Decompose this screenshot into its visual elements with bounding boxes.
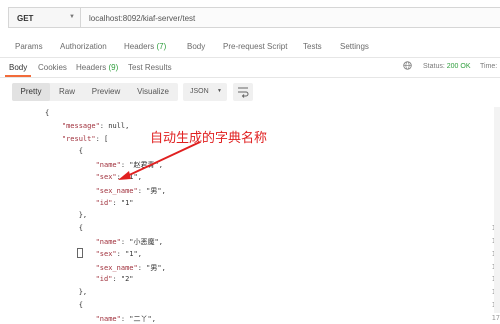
tab-headers[interactable]: Headers (7) bbox=[124, 42, 166, 51]
time-indicator: Time: bbox=[480, 63, 498, 70]
response-headers-count: (9) bbox=[108, 63, 119, 72]
line-number: 17 bbox=[491, 313, 500, 322]
code-text: { bbox=[45, 109, 50, 117]
code-text: "sex_name": "男", bbox=[95, 263, 166, 272]
tab-response-headers[interactable]: Headers (9) bbox=[76, 63, 118, 72]
tab-body[interactable]: Body bbox=[187, 42, 205, 51]
code-line: 12 "sex": "1", bbox=[0, 248, 500, 260]
code-text: { bbox=[45, 301, 83, 309]
code-line: 10 { bbox=[0, 222, 500, 234]
wrap-lines-icon bbox=[238, 87, 249, 98]
format-select[interactable]: JSON ▼ bbox=[183, 83, 227, 101]
code-line: 5 "name": "赵君青", bbox=[0, 158, 500, 170]
scrollbar[interactable] bbox=[494, 107, 500, 313]
code-line: 7 "sex_name": "男", bbox=[0, 184, 500, 196]
annotation-text: 自动生成的字典名称 bbox=[150, 131, 268, 146]
code-line: 11 "name": "小恶魔", bbox=[0, 235, 500, 247]
code-text: }, bbox=[45, 211, 88, 220]
chevron-down-icon: ▼ bbox=[69, 14, 75, 20]
tab-authorization[interactable]: Authorization bbox=[60, 42, 107, 51]
postman-window: GET ▼ localhost:8092/kiaf-server/test Pa… bbox=[0, 0, 500, 323]
code-text: "name": "小恶魔", bbox=[95, 238, 163, 246]
method-select[interactable]: GET ▼ bbox=[8, 7, 80, 28]
status-code: 200 OK bbox=[446, 63, 471, 70]
url-input[interactable]: localhost:8092/kiaf-server/test bbox=[80, 7, 500, 28]
preview-button[interactable]: Preview bbox=[84, 83, 128, 101]
text-cursor bbox=[77, 248, 83, 258]
response-tabs: Body Cookies Headers (9) Test Results St… bbox=[0, 58, 500, 78]
method-label: GET bbox=[17, 14, 34, 23]
status-indicator: Status: 200 OK bbox=[423, 63, 471, 70]
code-text: { bbox=[45, 224, 83, 233]
format-label: JSON bbox=[190, 88, 209, 95]
code-text: "id": "2" bbox=[95, 275, 134, 284]
code-line: 13 "sex_name": "男", bbox=[0, 261, 500, 273]
code-line: 16 { bbox=[0, 299, 500, 311]
code-line: 14 "id": "2" bbox=[0, 273, 500, 285]
request-tabs: Params Authorization Headers (7) Body Pr… bbox=[0, 37, 500, 58]
code-line: 15 }, bbox=[0, 286, 500, 298]
pretty-button[interactable]: Pretty bbox=[12, 83, 50, 101]
tab-pre-request-script[interactable]: Pre-request Script bbox=[223, 42, 287, 51]
code-text: "sex": "1", bbox=[95, 249, 142, 258]
view-mode-group: Pretty Raw Preview Visualize bbox=[12, 83, 178, 101]
code-text: "name": "赵君青", bbox=[95, 161, 163, 170]
code-text: "sex_name": "男", bbox=[95, 186, 166, 195]
globe-icon[interactable] bbox=[403, 61, 412, 70]
url-text: localhost:8092/kiaf-server/test bbox=[89, 14, 196, 23]
code-text: "result": [ bbox=[61, 134, 109, 143]
code-text: "id": "1" bbox=[95, 198, 134, 207]
code-text: "sex": "1", bbox=[95, 173, 142, 181]
code-line: 9 }, bbox=[0, 209, 500, 221]
visualize-button[interactable]: Visualize bbox=[128, 83, 178, 101]
tab-params[interactable]: Params bbox=[15, 42, 43, 51]
code-line: 6 "sex": "1", bbox=[0, 171, 500, 183]
tab-test-results[interactable]: Test Results bbox=[128, 63, 172, 72]
code-line: 4 { bbox=[0, 145, 500, 157]
code-line: 1{ bbox=[0, 107, 500, 119]
code-line: 17 "name": "二丫", bbox=[0, 312, 500, 324]
code-text: }, bbox=[45, 288, 88, 297]
tab-response-body[interactable]: Body bbox=[9, 63, 27, 72]
raw-button[interactable]: Raw bbox=[50, 83, 84, 101]
code-text: "message": null, bbox=[61, 121, 130, 130]
code-text: { bbox=[45, 147, 83, 156]
code-line: 8 "id": "1" bbox=[0, 197, 500, 209]
request-bar: GET ▼ localhost:8092/kiaf-server/test bbox=[0, 0, 500, 36]
tab-tests[interactable]: Tests bbox=[303, 42, 322, 51]
tab-settings[interactable]: Settings bbox=[340, 42, 369, 51]
code-text: "name": "二丫", bbox=[95, 314, 156, 323]
wrap-lines-button[interactable] bbox=[233, 83, 253, 101]
tab-cookies[interactable]: Cookies bbox=[38, 63, 67, 72]
chevron-down-icon: ▼ bbox=[217, 88, 222, 94]
headers-count: (7) bbox=[156, 42, 167, 51]
response-toolbar: Pretty Raw Preview Visualize JSON ▼ bbox=[0, 77, 500, 107]
